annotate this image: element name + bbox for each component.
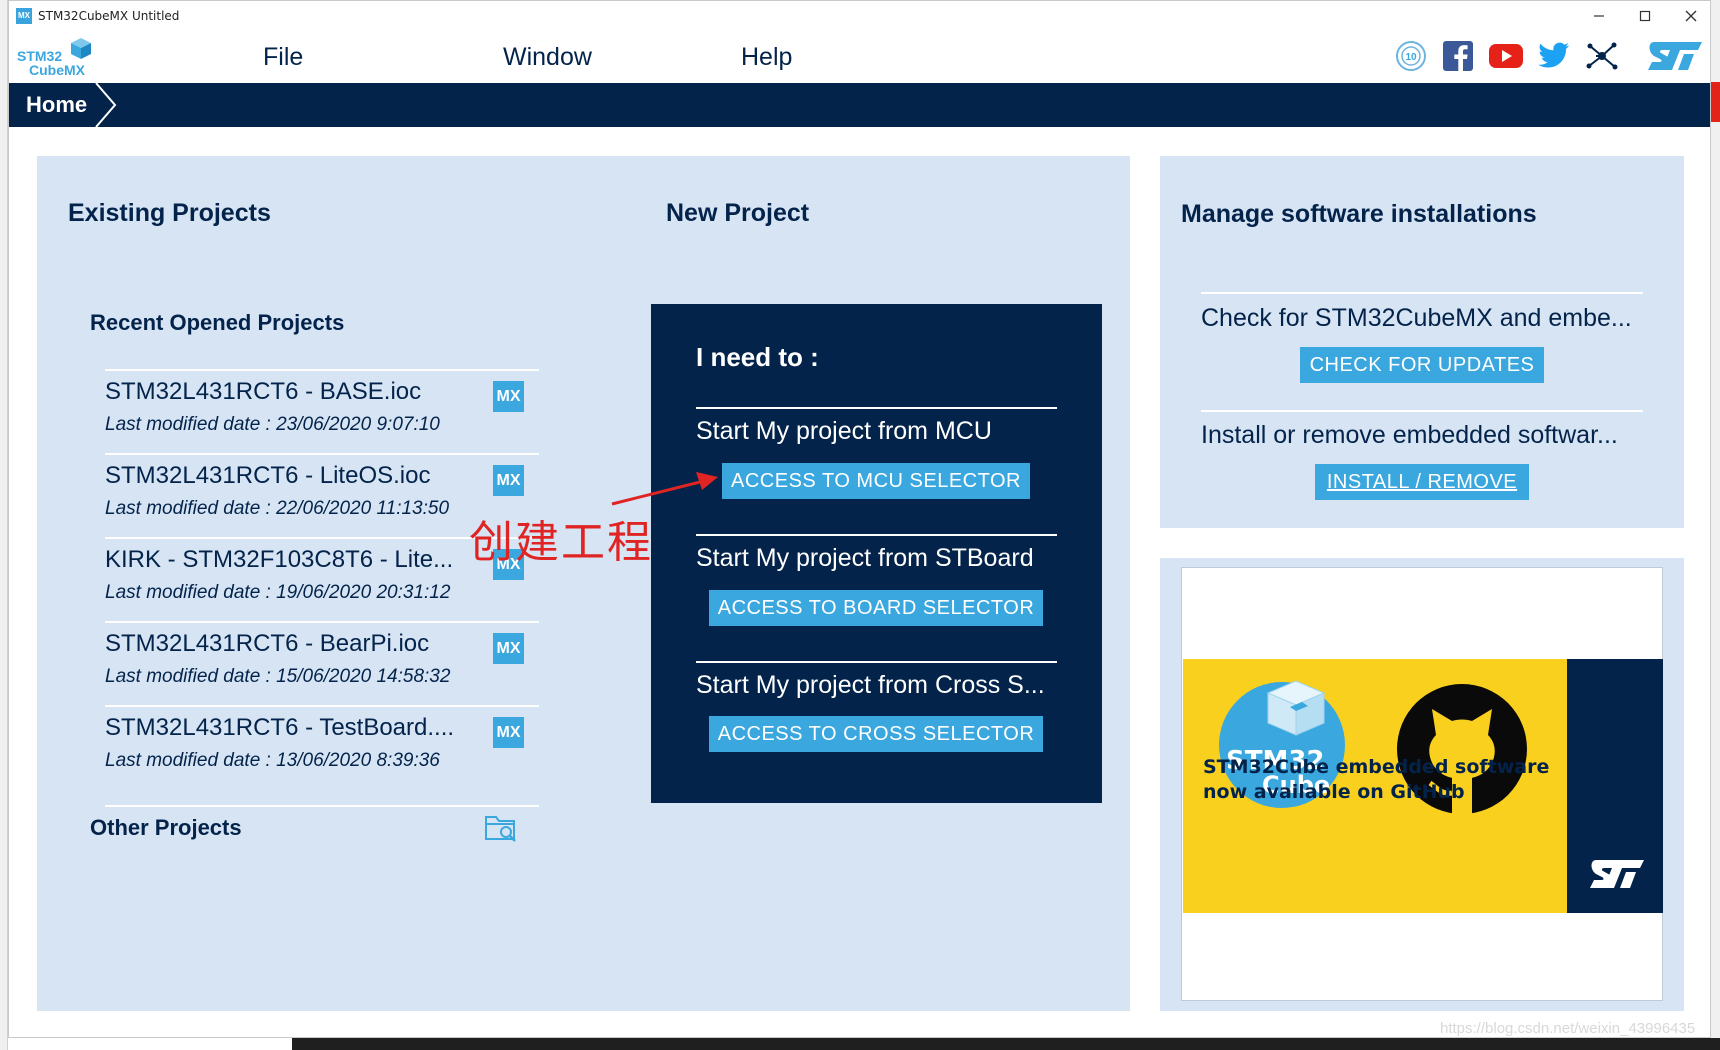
- mx-badge-icon[interactable]: MX: [493, 381, 524, 412]
- cross-label: Start My project from Cross S...: [696, 671, 1045, 699]
- facebook-icon[interactable]: [1441, 39, 1475, 73]
- list-item[interactable]: STM32L431RCT6 - TestBoard.... Last modif…: [105, 705, 539, 789]
- mx-badge-icon[interactable]: MX: [493, 465, 524, 496]
- other-projects-title[interactable]: Other Projects: [90, 815, 242, 841]
- check-updates-text: Check for STM32CubeMX and embe...: [1201, 304, 1632, 332]
- svg-text:10: 10: [1405, 52, 1417, 63]
- menu-window[interactable]: Window: [503, 43, 592, 72]
- menu-bar: STM32 CubeMX File Window Help 10: [9, 31, 1710, 83]
- maximize-icon: [1639, 10, 1651, 22]
- banner-text: STM32Cube embedded software now availabl…: [1203, 756, 1550, 803]
- board-label: Start My project from STBoard: [696, 544, 1034, 572]
- need-to-label: I need to :: [696, 342, 819, 372]
- list-item[interactable]: STM32L431RCT6 - BearPi.ioc Last modified…: [105, 621, 539, 705]
- maximize-button[interactable]: [1622, 5, 1668, 27]
- divider: [696, 407, 1057, 409]
- stm32cubemx-logo: STM32 CubeMX: [17, 38, 91, 78]
- minimize-button[interactable]: [1576, 5, 1622, 27]
- board-selector-button[interactable]: ACCESS TO BOARD SELECTOR: [709, 590, 1043, 626]
- divider: [696, 661, 1057, 663]
- breadcrumb-bar: Home: [9, 83, 1710, 127]
- project-date: Last modified date : 19/06/2020 20:31:12: [105, 582, 451, 603]
- menu-file[interactable]: File: [263, 43, 303, 72]
- mcu-label: Start My project from MCU: [696, 417, 992, 445]
- recent-projects-title: Recent Opened Projects: [90, 310, 345, 335]
- close-button[interactable]: [1668, 5, 1714, 27]
- app-icon: MX: [16, 8, 32, 24]
- mcu-selector-button[interactable]: ACCESS TO MCU SELECTOR: [722, 463, 1030, 499]
- divider: [1201, 292, 1643, 294]
- github-banner[interactable]: STM32 Cube STM32Cube embedded software n…: [1181, 567, 1663, 1001]
- manage-software-title: Manage software installations: [1181, 200, 1537, 228]
- st-banner-logo-icon: [1590, 860, 1644, 888]
- project-name: KIRK - STM32F103C8T6 - Lite...: [105, 546, 454, 573]
- project-date: Last modified date : 22/06/2020 11:13:50: [105, 498, 450, 519]
- mx-badge-icon[interactable]: MX: [493, 633, 524, 664]
- close-icon: [1685, 10, 1697, 22]
- new-project-box: I need to : Start My project from MCU AC…: [651, 304, 1102, 803]
- project-date: Last modified date : 13/06/2020 8:39:36: [105, 750, 440, 771]
- background-window-edge: [0, 0, 8, 1050]
- project-name: STM32L431RCT6 - BASE.ioc: [105, 378, 422, 405]
- taskbar: [292, 1038, 1720, 1050]
- project-date: Last modified date : 23/06/2020 9:07:10: [105, 414, 440, 435]
- project-name: STM32L431RCT6 - LiteOS.ioc: [105, 462, 431, 489]
- screen: MX STM32CubeMX Untitled STM32 CubeMX Fil…: [0, 0, 1720, 1050]
- mx-badge-icon[interactable]: MX: [493, 717, 524, 748]
- project-name: STM32L431RCT6 - TestBoard....: [105, 714, 455, 741]
- st-logo-icon[interactable]: [1645, 39, 1705, 73]
- existing-projects-title: Existing Projects: [68, 199, 271, 227]
- background-red-tab: [1711, 82, 1720, 122]
- annotation-arrow-icon: [611, 472, 718, 506]
- new-project-title: New Project: [666, 199, 810, 227]
- cross-selector-button[interactable]: ACCESS TO CROSS SELECTOR: [709, 716, 1043, 752]
- list-item[interactable]: STM32L431RCT6 - BASE.ioc Last modified d…: [105, 369, 539, 453]
- menu-help[interactable]: Help: [741, 43, 792, 72]
- watermark: https://blog.csdn.net/weixin_43996435: [1440, 1020, 1696, 1037]
- ten-year-anniversary-icon[interactable]: 10: [1394, 39, 1428, 73]
- project-date: Last modified date : 15/06/2020 14:58:32: [105, 666, 451, 687]
- network-icon[interactable]: [1585, 39, 1619, 73]
- background-window-edge-right: [1711, 0, 1720, 1050]
- breadcrumb-chevron-icon: [95, 83, 117, 127]
- youtube-icon[interactable]: [1489, 39, 1523, 73]
- install-remove-text: Install or remove embedded softwar...: [1201, 421, 1618, 449]
- annotation-text: 创建工程: [469, 517, 653, 568]
- title-bar[interactable]: MX STM32CubeMX Untitled: [9, 1, 1710, 31]
- project-name: STM32L431RCT6 - BearPi.ioc: [105, 630, 430, 657]
- minimize-icon: [1594, 15, 1604, 17]
- twitter-icon[interactable]: [1537, 39, 1571, 73]
- logo-text-cubemx: CubeMX: [29, 62, 86, 78]
- check-updates-button[interactable]: CHECK FOR UPDATES: [1300, 347, 1544, 383]
- divider: [696, 534, 1057, 536]
- folder-search-icon[interactable]: [484, 813, 518, 843]
- breadcrumb-home[interactable]: Home: [26, 92, 87, 118]
- window-title: STM32CubeMX Untitled: [38, 9, 180, 23]
- install-remove-button[interactable]: INSTALL / REMOVE: [1315, 464, 1529, 500]
- recent-projects-list: STM32L431RCT6 - BASE.ioc Last modified d…: [105, 369, 539, 789]
- divider: [105, 805, 539, 807]
- divider: [1201, 410, 1643, 412]
